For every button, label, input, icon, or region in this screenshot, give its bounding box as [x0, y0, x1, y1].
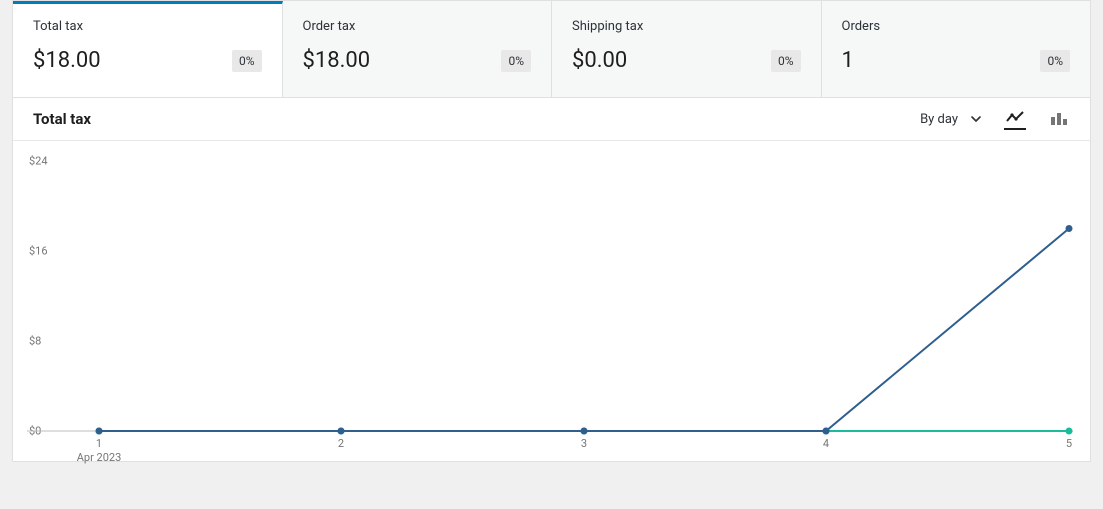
chart-header: Total tax By day — [13, 98, 1090, 141]
x-tick: 4 — [823, 437, 829, 450]
bar-chart-button[interactable] — [1048, 108, 1070, 130]
x-tick: 5 — [1066, 437, 1072, 450]
summary-cards: Total tax $18.00 0% Order tax $18.00 0% … — [12, 0, 1091, 98]
x-tick: 1 — [96, 437, 102, 450]
line-chart-icon — [1006, 111, 1024, 125]
card-label: Order tax — [303, 19, 532, 34]
card-delta: 0% — [501, 50, 531, 72]
card-orders[interactable]: Orders 1 0% — [822, 1, 1091, 97]
x-tick: 3 — [581, 437, 587, 450]
card-label: Orders — [842, 19, 1071, 34]
chart-title: Total tax — [33, 110, 91, 128]
chart-controls: By day — [920, 108, 1070, 130]
chart-area: $24 $16 $8 $0 — [13, 141, 1090, 461]
x-tick: 2 — [338, 437, 344, 450]
chevron-down-icon — [970, 113, 982, 125]
card-shipping-tax[interactable]: Shipping tax $0.00 0% — [552, 1, 822, 97]
chart-panel: Total tax By day $24 $16 $8 $0 — [12, 98, 1091, 462]
card-value: $0.00 — [572, 48, 627, 73]
card-order-tax[interactable]: Order tax $18.00 0% — [283, 1, 553, 97]
interval-label: By day — [920, 112, 958, 127]
interval-select[interactable]: By day — [920, 112, 982, 127]
card-label: Shipping tax — [572, 19, 801, 34]
card-value: 1 — [842, 48, 854, 73]
card-delta: 0% — [1040, 50, 1070, 72]
card-value: $18.00 — [303, 48, 371, 73]
x-sublabel: Apr 2023 — [77, 451, 122, 464]
card-delta: 0% — [232, 50, 262, 72]
chart-plot — [13, 141, 1092, 461]
card-label: Total tax — [33, 19, 262, 34]
card-delta: 0% — [771, 50, 801, 72]
bar-chart-icon — [1050, 111, 1068, 125]
card-value: $18.00 — [33, 48, 101, 73]
card-total-tax[interactable]: Total tax $18.00 0% — [13, 1, 283, 97]
line-chart-button[interactable] — [1004, 108, 1026, 130]
